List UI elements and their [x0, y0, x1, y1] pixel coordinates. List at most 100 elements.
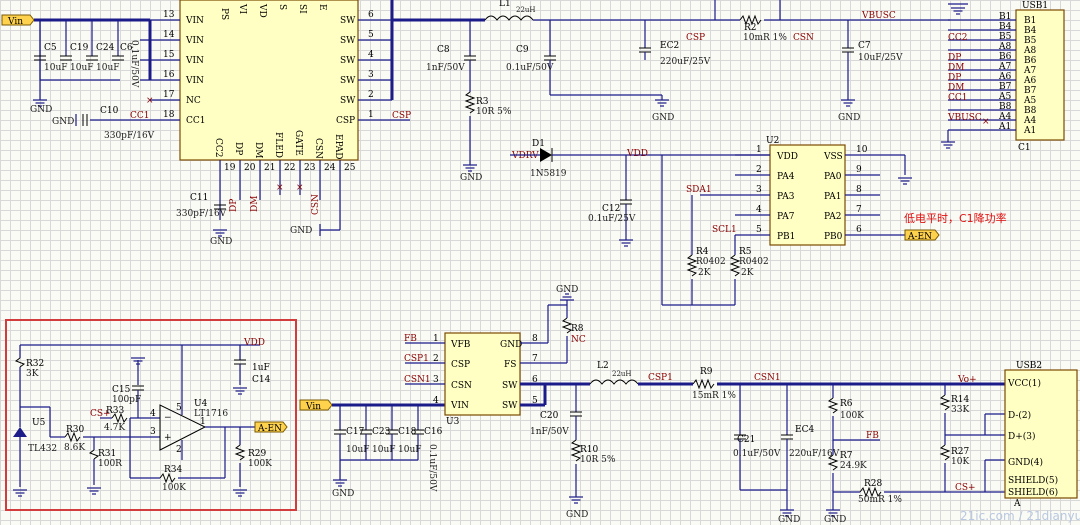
u2-num-4: 4 [756, 205, 762, 215]
u2-num-3: 3 [756, 185, 762, 195]
mcu-section: VDRV D1 1N5819 VDD C12 0.1uF/25V U2 VDD … [510, 136, 1007, 306]
pin-num-3: 3 [368, 70, 374, 80]
net-csp1-l2: CSP1 [648, 373, 673, 383]
c18-value: 10uF [398, 445, 422, 455]
u2-pin-pa0: PA0 [824, 172, 842, 182]
gnd-label-r3: GND [460, 173, 482, 183]
usb1-pin-label-b7: B7 [1024, 86, 1037, 96]
usb1-pin-num-b1: B1 [999, 12, 1011, 22]
gnd-label-ec4: GND [778, 515, 800, 525]
net-dp-bottom: DP [229, 199, 239, 212]
usb2-pin-shield6: SHIELD(6) [1008, 487, 1058, 498]
svg-text:−: − [164, 413, 172, 423]
usb2-designator: USB2 [1016, 361, 1042, 371]
u2-num-7: 7 [856, 205, 862, 215]
vin-tag-top-label: Vin [7, 17, 23, 27]
pin-top-vd: VD [257, 3, 267, 18]
net-cs-plus-usb2: CS+ [955, 483, 976, 493]
pin-cc2: CC2 [213, 138, 223, 158]
pin-sw-2: SW [340, 96, 356, 106]
u2-pin-pa1: PA1 [824, 192, 841, 202]
u4-designator: U4 [194, 399, 208, 409]
u4-pin-v: 5 [176, 403, 182, 413]
r6-designator: R6 [840, 399, 853, 409]
r14-designator: R14 [951, 395, 970, 405]
r34-designator: R34 [164, 465, 183, 475]
pin-num-2: 2 [368, 90, 374, 100]
pin-fled: FLED [273, 132, 283, 158]
net-vo-plus: Vo+ [957, 375, 977, 385]
pin-num-16: 16 [163, 70, 175, 80]
net-dm-bottom: DM [250, 196, 260, 212]
usb1-connector: USB1 C1 B1 B1B4 B4B5 B5A8 A8B6 B6A7 A7A6 A6B7 B7… [940, 1, 1065, 153]
u2-designator: U2 [766, 136, 779, 146]
usb1-pin-label-b1: B1 [1024, 16, 1036, 26]
u2-num-9: 9 [856, 165, 862, 175]
usb1-pin-num-b5: B5 [999, 32, 1012, 42]
pin-vin-15: VIN [185, 56, 204, 66]
c17-value: 10uF [346, 445, 370, 455]
u3-num-3: 3 [433, 375, 439, 385]
pin-gate: GATE [293, 130, 303, 156]
pin-sw-3: SW [340, 76, 356, 86]
vin-input-bus: Vin C5 10uF C19 10uF C24 10uF C6 0.1uF/5… [1, 14, 154, 115]
net-csp1-u3: CSP1 [404, 354, 429, 364]
u5-designator: U5 [32, 418, 46, 428]
c10-group: GND C10 330pF/16V CC1 [52, 106, 155, 141]
c6-value: 0.1uF/50V [129, 40, 139, 88]
u2-pin-pb1: PB1 [777, 232, 795, 242]
pin-top-vi: VI [237, 3, 247, 14]
usb2-pin-shield5: SHIELD(5) [1008, 475, 1058, 486]
net-csn-bottom: CSN [311, 194, 321, 215]
c15-value: 100pF [112, 395, 141, 405]
pin-num-6: 6 [368, 10, 374, 20]
r34-value: 100K [162, 483, 186, 493]
c9-designator: C9 [516, 45, 529, 55]
usb1-pin-num-a8: A8 [998, 42, 1011, 52]
net-fb-u3: FB [404, 334, 417, 344]
net-vdrv: VDRV [511, 151, 539, 161]
usb1-pin-num-a1: A1 [998, 122, 1011, 132]
r14-value: 33K [951, 405, 969, 415]
annotation-note: 低电平时，C1降功率 [904, 211, 1007, 225]
gnd-label-r7: GND [824, 515, 846, 525]
r31-designator: R31 [98, 449, 116, 459]
c12-designator: C12 [602, 204, 620, 214]
pin-num-13: 13 [163, 10, 175, 20]
net-cc1-left: CC1 [130, 111, 150, 121]
usb1-pin-label-a6: A6 [1023, 76, 1036, 86]
u3-pin-sw6: SW [502, 381, 518, 391]
pin-nc: NC [186, 96, 201, 106]
usb1-pin-num-a5: A5 [998, 92, 1011, 102]
r9-value: 15mR 1% [692, 391, 736, 401]
r10-value: 10R 5% [580, 455, 616, 465]
c7-designator: C7 [858, 41, 871, 51]
nc-x-22: × [276, 183, 284, 193]
pin-num-18: 18 [163, 110, 175, 120]
u3-num-4: 4 [433, 396, 439, 406]
usb1-designator: USB1 [1022, 1, 1048, 11]
c10-value: 330pF/16V [104, 131, 155, 141]
net-dp-2: DP [948, 73, 961, 83]
r29-designator: R29 [248, 449, 267, 459]
pin-num-17: 17 [163, 90, 175, 100]
r30-value: 8.6K [64, 443, 85, 453]
usb1-pin-label-b8: B8 [1024, 106, 1037, 116]
u3-pin-sw5: SW [502, 401, 518, 411]
c17-designator: C17 [346, 427, 365, 437]
u2-pin-pa2: PA2 [824, 212, 841, 222]
u3-pin-csn: CSN [451, 381, 472, 391]
pin-top-s: S [277, 4, 287, 10]
gnd-label-u3in: GND [332, 489, 354, 499]
pin-csn: CSN [313, 138, 323, 159]
usb1-pin-num-a7: A7 [998, 62, 1011, 72]
net-fb-r6: FB [866, 431, 879, 441]
nc-x-a4: × [982, 117, 990, 127]
c21-designator: C21 [737, 435, 755, 445]
c20-value: 1nF/50V [530, 427, 569, 437]
c11-value: 330pF/16V [176, 209, 227, 219]
c11-group: C11 330pF/16V GND DP DM CSN GND [176, 193, 340, 247]
r3-value: 10R 5% [476, 107, 512, 117]
c14-value: 1uF [252, 363, 270, 373]
usb1-pin-num-a6: A6 [998, 72, 1011, 82]
